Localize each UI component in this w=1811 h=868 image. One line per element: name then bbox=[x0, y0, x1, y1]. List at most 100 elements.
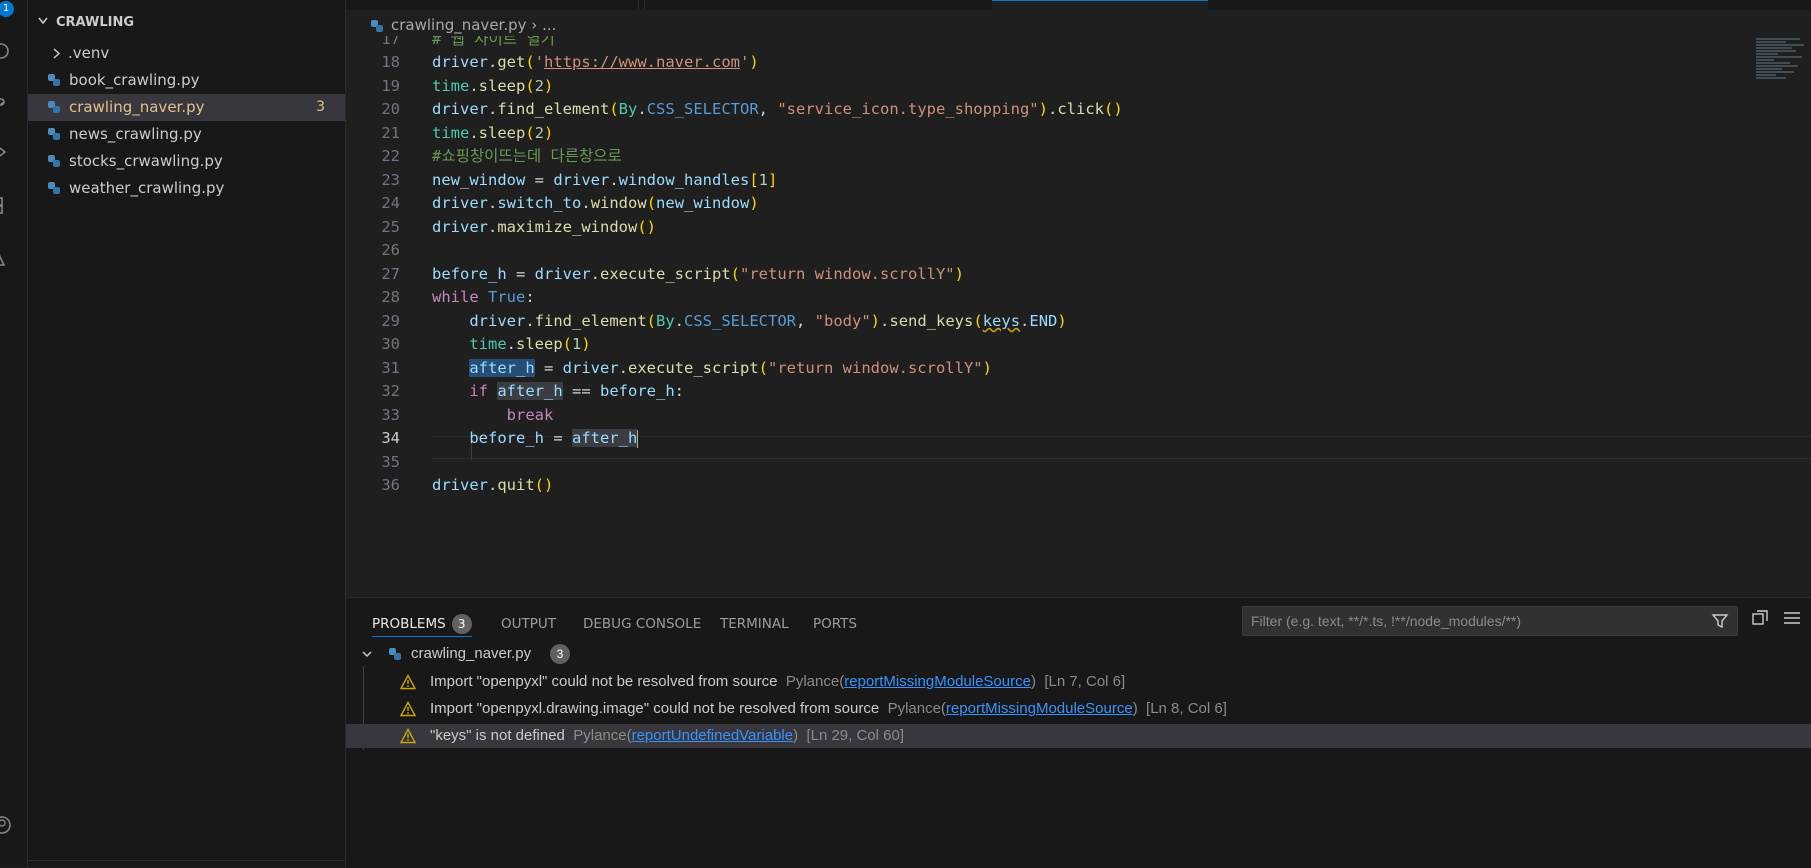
tree-item-label: stocks_crwawling.py bbox=[69, 152, 223, 170]
python-file-icon bbox=[48, 74, 60, 86]
chevron-right-icon bbox=[53, 48, 61, 59]
code-line: 19 time.sleep(2) bbox=[381, 77, 554, 95]
problem-rule-link[interactable]: reportMissingModuleSource bbox=[844, 673, 1031, 690]
problem-item-selected[interactable]: "keys" is not defined Pylance(reportUnde… bbox=[346, 724, 1811, 748]
code-line: 23 new_window = driver.window_handles[1] bbox=[381, 171, 778, 189]
code-line: 18 driver.get('https://www.naver.com') bbox=[381, 53, 759, 71]
code-line: 36 driver.quit() bbox=[381, 476, 554, 494]
code-line: 25 driver.maximize_window() bbox=[381, 218, 656, 236]
problem-source-close: ) bbox=[1030, 673, 1036, 690]
problem-source-close: ) bbox=[793, 727, 799, 744]
warning-icon bbox=[400, 701, 416, 717]
python-file-icon bbox=[48, 128, 60, 140]
problem-message: Import "openpyxl" could not be resolved … bbox=[430, 673, 778, 690]
sidebar-bottom-divider bbox=[28, 860, 345, 867]
tree-item-label: news_crawling.py bbox=[69, 125, 202, 143]
problem-group-file: crawling_naver.py bbox=[411, 645, 532, 662]
code-line: 33 break bbox=[381, 406, 554, 424]
problem-item[interactable]: Import "openpyxl.drawing.image" could no… bbox=[346, 697, 1811, 721]
tree-file-crawling-naver[interactable]: crawling_naver.py 3 bbox=[28, 94, 345, 121]
problem-rule-link[interactable]: reportUndefinedVariable bbox=[632, 727, 794, 744]
explorer-sidebar: CRAWLING .venv book_crawling.py crawling… bbox=[28, 0, 346, 867]
extensions-icon[interactable] bbox=[0, 195, 12, 215]
code-editor[interactable]: 17 # 웹 사이트 열기 18 driver.get('https://www.n… bbox=[346, 36, 1811, 596]
python-file-icon bbox=[48, 182, 60, 194]
code-line: 34 before_h = after_h bbox=[381, 429, 639, 448]
problem-source-close: ) bbox=[1132, 700, 1138, 717]
code-line: 30 time.sleep(1) bbox=[381, 335, 591, 353]
tab-separator bbox=[644, 0, 645, 10]
run-debug-icon[interactable] bbox=[0, 142, 12, 162]
undefined-variable-squiggle[interactable]: keys bbox=[983, 312, 1020, 330]
notification-badge: 1 bbox=[0, 1, 14, 17]
url-link[interactable]: https://www.naver.com bbox=[544, 53, 740, 71]
tree-item-label: weather_crawling.py bbox=[69, 179, 225, 197]
problem-position: [Ln 8, Col 6] bbox=[1146, 700, 1227, 717]
problem-item[interactable]: Import "openpyxl" could not be resolved … bbox=[346, 670, 1811, 694]
search-icon[interactable] bbox=[0, 42, 12, 62]
problem-source: Pylance( bbox=[887, 700, 946, 717]
filter-input[interactable] bbox=[1243, 607, 1699, 635]
source-control-icon[interactable] bbox=[0, 92, 12, 112]
code-line: 32 if after_h == before_h: bbox=[381, 382, 684, 400]
problem-message: "keys" is not defined bbox=[430, 727, 565, 744]
text-cursor bbox=[637, 429, 639, 448]
code-line: 26 bbox=[381, 241, 400, 259]
tree-file-news-crawling[interactable]: news_crawling.py bbox=[28, 121, 345, 148]
editor-tab-strip bbox=[346, 0, 1811, 11]
python-file-icon bbox=[389, 648, 401, 660]
breadcrumb-file[interactable]: crawling_naver.py bbox=[391, 16, 527, 34]
tree-item-label: book_crawling.py bbox=[69, 71, 200, 89]
tree-item-label: .venv bbox=[68, 44, 110, 62]
python-file-icon bbox=[48, 101, 60, 113]
problem-count-badge: 3 bbox=[316, 99, 325, 115]
collapse-all-icon[interactable] bbox=[1750, 608, 1770, 628]
code-line: 22 #쇼핑창이뜨는데 다른창으로 bbox=[381, 147, 622, 165]
warning-icon bbox=[400, 674, 416, 690]
activity-bar: 1 bbox=[0, 0, 28, 867]
tree-item-label: crawling_naver.py bbox=[69, 98, 205, 116]
minimap[interactable] bbox=[1756, 38, 1808, 118]
warning-icon bbox=[400, 728, 416, 744]
bottom-panel: PROBLEMS 3 OUTPUT DEBUG CONSOLE TERMINAL … bbox=[346, 597, 1811, 868]
problem-group-count: 3 bbox=[550, 644, 570, 664]
tab-ports[interactable]: PORTS bbox=[813, 612, 857, 636]
tab-separator bbox=[638, 0, 639, 10]
account-icon[interactable] bbox=[0, 815, 12, 835]
breadcrumb-symbol[interactable]: ... bbox=[542, 16, 556, 34]
problems-count-badge: 3 bbox=[451, 614, 472, 634]
code-line: 28 while True: bbox=[381, 288, 535, 306]
python-file-icon bbox=[48, 155, 60, 167]
chevron-down-icon bbox=[362, 651, 372, 658]
view-as-list-icon[interactable] bbox=[1782, 608, 1802, 628]
problems-filter bbox=[1242, 606, 1738, 636]
code-line: 29 driver.find_element(By.CSS_SELECTOR, … bbox=[381, 312, 1067, 330]
problem-rule-link[interactable]: reportMissingModuleSource bbox=[946, 700, 1133, 717]
tab-active[interactable] bbox=[992, 0, 1208, 11]
breadcrumb: crawling_naver.py › ... bbox=[370, 14, 556, 36]
problem-source: Pylance( bbox=[573, 727, 632, 744]
tree-file-stocks-crwawling[interactable]: stocks_crwawling.py bbox=[28, 148, 345, 175]
tree-file-weather-crawling[interactable]: weather_crawling.py bbox=[28, 175, 345, 202]
python-file-icon bbox=[371, 19, 383, 32]
tab-terminal[interactable]: TERMINAL bbox=[720, 612, 789, 636]
tab-debug-console[interactable]: DEBUG CONSOLE bbox=[583, 612, 701, 636]
tab-problems[interactable]: PROBLEMS 3 bbox=[372, 612, 472, 637]
testing-icon[interactable] bbox=[0, 247, 12, 267]
code-line: 17 # 웹 사이트 열기 bbox=[381, 36, 555, 48]
tree-file-book-crawling[interactable]: book_crawling.py bbox=[28, 67, 345, 94]
problem-message: Import "openpyxl.drawing.image" could no… bbox=[430, 700, 880, 717]
chevron-down-icon bbox=[38, 17, 48, 25]
filter-icon[interactable] bbox=[1711, 612, 1729, 630]
tab-output[interactable]: OUTPUT bbox=[501, 612, 556, 636]
code-line: 31 after_h = driver.execute_script("retu… bbox=[381, 359, 992, 377]
code-line: 24 driver.switch_to.window(new_window) bbox=[381, 194, 759, 212]
tree-folder-venv[interactable]: .venv bbox=[28, 40, 345, 67]
breadcrumb-separator: › bbox=[531, 16, 538, 34]
problem-source: Pylance( bbox=[785, 673, 845, 690]
code-line: 35 bbox=[381, 453, 400, 471]
problem-file-group[interactable]: crawling_naver.py 3 bbox=[346, 642, 1811, 666]
code-line: 21 time.sleep(2) bbox=[381, 124, 554, 142]
explorer-section-header[interactable]: CRAWLING bbox=[36, 15, 134, 30]
explorer-title: CRAWLING bbox=[56, 15, 135, 30]
